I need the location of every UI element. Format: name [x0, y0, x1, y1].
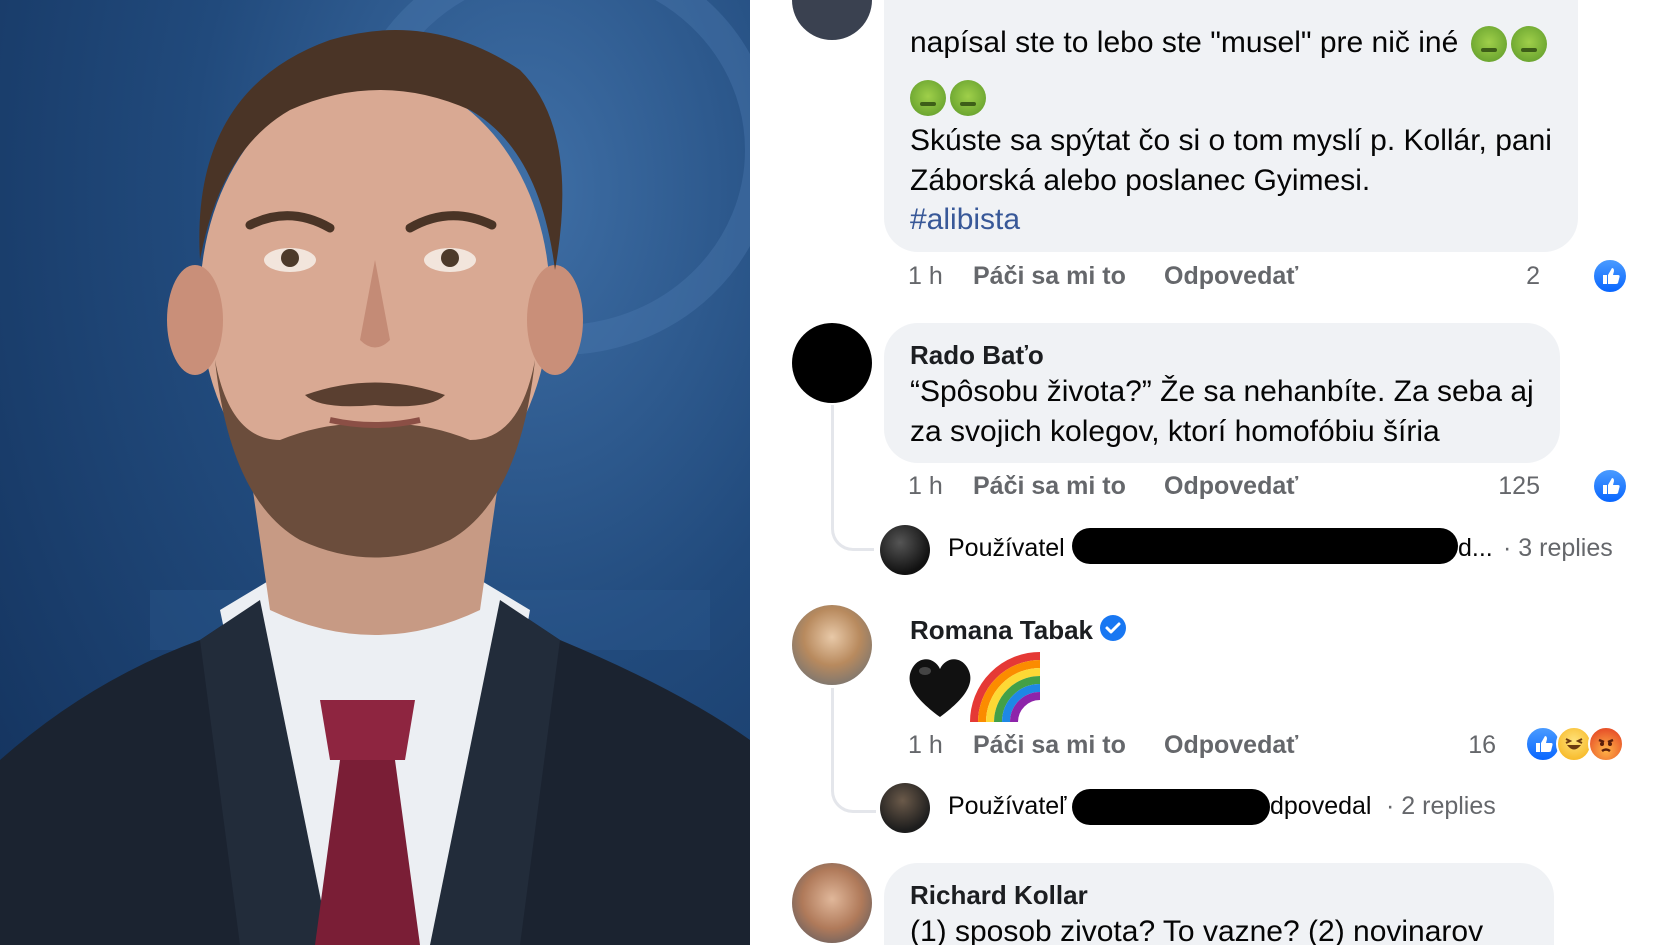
comment-author[interactable]: Richard Kollar — [910, 880, 1088, 911]
reply-preview-prefix: Používateľ — [948, 792, 1067, 820]
reply-button[interactable]: Odpovedať — [1164, 731, 1298, 760]
comment-time[interactable]: 1 h — [908, 731, 943, 760]
comment-text-line: napísal ste to lebo ste "musel" pre nič … — [910, 26, 1459, 59]
like-button[interactable]: Páči sa mi to — [973, 472, 1126, 501]
comment-author[interactable]: Rado Baťo — [910, 340, 1044, 371]
reply-count[interactable]: · 2 replies — [1386, 792, 1496, 821]
portrait-illustration — [0, 0, 750, 945]
portrait-photo — [0, 0, 750, 945]
redacted-name-bar — [1072, 528, 1458, 564]
haha-icon — [1556, 726, 1592, 762]
nauseated-face-icon — [1510, 26, 1547, 63]
comment-text-line: Skúste sa spýtat čo si o tom myslí p. Ko… — [910, 124, 1552, 157]
comment-text: napísal ste to lebo ste "musel" pre nič … — [910, 22, 1547, 63]
reply-avatar[interactable] — [880, 783, 930, 833]
reaction-count[interactable]: 125 — [1480, 472, 1540, 501]
comments-panel: napísal ste to lebo ste "musel" pre nič … — [750, 0, 1680, 945]
comment-author[interactable]: Romana Tabak — [910, 615, 1093, 646]
emoji-row — [910, 76, 986, 117]
rainbow-icon — [970, 652, 1042, 724]
thread-connector — [831, 500, 874, 551]
reply-preview[interactable]: Používateľ — [948, 792, 1066, 821]
redacted-name-bar — [1072, 789, 1270, 825]
like-button[interactable]: Páči sa mi to — [973, 262, 1126, 291]
like-icon — [1592, 258, 1628, 294]
black-heart-icon — [905, 655, 975, 721]
comment-time[interactable]: 1 h — [908, 262, 943, 291]
hashtag-link[interactable]: #alibista — [910, 199, 1020, 240]
nauseated-face-icon — [950, 80, 986, 117]
comment-text-line: za svojich kolegov, ktorí homofóbiu šíri… — [910, 415, 1440, 448]
nauseated-face-icon — [1470, 26, 1507, 63]
verified-badge-icon — [1100, 615, 1126, 641]
reply-avatar[interactable] — [880, 525, 930, 575]
comment-avatar[interactable] — [792, 605, 872, 685]
thread-line — [831, 688, 834, 788]
like-button[interactable]: Páči sa mi to — [973, 731, 1126, 760]
thread-connector — [831, 780, 876, 813]
comment-avatar[interactable] — [792, 0, 872, 40]
reply-preview-suffix: dpovedal — [1270, 792, 1372, 820]
comment-time[interactable]: 1 h — [908, 472, 943, 501]
comment-avatar[interactable] — [792, 863, 872, 943]
reply-preview-prefix: Používatel — [948, 534, 1065, 562]
nauseated-face-icon — [910, 80, 946, 117]
comment-avatar[interactable] — [792, 323, 872, 403]
comment-text-line: “Spôsobu života?” Že sa nehanbíte. Za se… — [910, 375, 1534, 408]
angry-icon — [1588, 726, 1624, 762]
reply-button[interactable]: Odpovedať — [1164, 262, 1298, 291]
reaction-count[interactable]: 16 — [1456, 731, 1496, 760]
reply-preview-suffix: d... — [1458, 534, 1493, 562]
thread-line — [831, 405, 834, 505]
reaction-count[interactable]: 2 — [1510, 262, 1540, 291]
comment-text-line: Záborská alebo poslanec Gyimesi. — [910, 164, 1371, 197]
comment-text-line: (1) sposob zivota? To vazne? (2) novinar… — [910, 915, 1484, 945]
like-icon — [1592, 468, 1628, 504]
reply-count[interactable]: · 3 replies — [1503, 534, 1613, 563]
reply-button[interactable]: Odpovedať — [1164, 472, 1298, 501]
